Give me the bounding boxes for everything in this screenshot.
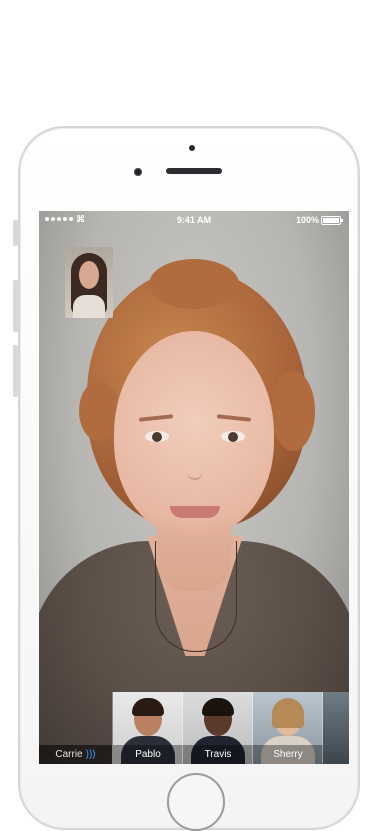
home-button[interactable] xyxy=(167,773,225,831)
hair-curl xyxy=(79,381,119,441)
participant-name: Sherry xyxy=(253,745,323,764)
participant-name: Travis xyxy=(183,745,253,764)
battery-percentage: 100% xyxy=(295,215,319,225)
participant-tile-sherry[interactable]: Sherry xyxy=(252,692,323,764)
volume-down-button xyxy=(13,345,18,397)
left-eye xyxy=(145,431,169,442)
participant-name: Pablo xyxy=(113,745,183,764)
participants-strip: Carrie ))) Pablo Travis Sherry xyxy=(39,692,349,764)
front-camera xyxy=(134,168,142,176)
participant-hair xyxy=(202,698,234,716)
battery-icon xyxy=(321,216,343,225)
status-bar: ⌘ 9:41 AM 100% xyxy=(39,211,349,229)
proximity-sensor xyxy=(189,145,195,151)
self-preview-body xyxy=(73,295,105,318)
mute-switch xyxy=(13,220,18,246)
hair-curl xyxy=(149,259,239,309)
right-eye xyxy=(221,431,245,442)
caller-name: Carrie xyxy=(55,749,83,760)
participant-hair xyxy=(132,698,164,716)
hair-curl xyxy=(271,371,315,451)
video-call-screen: ⌘ 9:41 AM 100% Carrie ))) Pablo Travis S… xyxy=(39,211,349,764)
earpiece-speaker xyxy=(166,168,222,174)
self-video-preview[interactable] xyxy=(65,247,113,318)
participant-tile-travis[interactable]: Travis xyxy=(182,692,253,764)
volume-up-button xyxy=(13,280,18,332)
remote-person-nose xyxy=(187,456,203,480)
audio-wave-icon: ))) xyxy=(85,749,96,760)
remote-person-mouth xyxy=(170,506,220,518)
self-preview-face xyxy=(79,261,99,289)
participant-tile-partial[interactable] xyxy=(322,692,349,764)
participant-hair xyxy=(272,698,304,728)
active-speaker-label[interactable]: Carrie ))) xyxy=(39,745,112,764)
participant-tile-pablo[interactable]: Pablo xyxy=(112,692,183,764)
